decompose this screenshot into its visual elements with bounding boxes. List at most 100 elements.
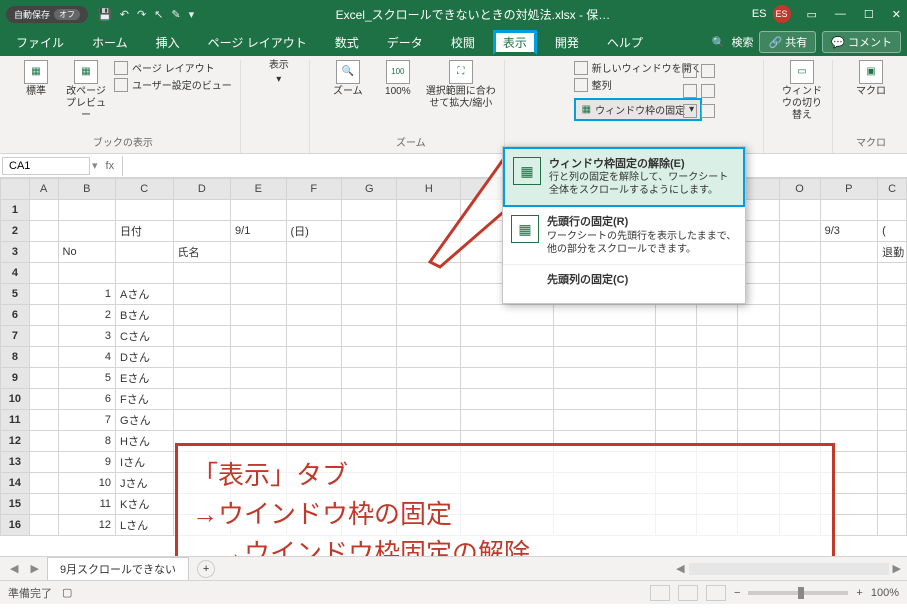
- cell[interactable]: [820, 263, 878, 284]
- col-B[interactable]: B: [58, 179, 116, 200]
- cell[interactable]: [29, 200, 58, 221]
- tab-formulas[interactable]: 数式: [325, 30, 369, 55]
- cell[interactable]: [553, 305, 656, 326]
- cell[interactable]: [697, 347, 738, 368]
- cell[interactable]: [116, 200, 174, 221]
- cell[interactable]: [341, 389, 396, 410]
- cell[interactable]: [461, 368, 553, 389]
- tab-file[interactable]: ファイル: [6, 30, 74, 55]
- cell[interactable]: [29, 494, 58, 515]
- row-header[interactable]: 3: [1, 242, 30, 263]
- cell[interactable]: [286, 347, 341, 368]
- cell[interactable]: [173, 200, 231, 221]
- cell[interactable]: [697, 305, 738, 326]
- cell[interactable]: [173, 221, 231, 242]
- cell[interactable]: [779, 326, 820, 347]
- cell[interactable]: [173, 410, 231, 431]
- cell[interactable]: [397, 284, 461, 305]
- cell[interactable]: [29, 410, 58, 431]
- save-icon[interactable]: 💾: [98, 8, 112, 21]
- zoom-out-icon[interactable]: −: [734, 587, 740, 599]
- minimize-icon[interactable]: —: [835, 8, 846, 21]
- cell[interactable]: [29, 473, 58, 494]
- cell[interactable]: [878, 326, 907, 347]
- cell[interactable]: [397, 389, 461, 410]
- cell[interactable]: [878, 410, 907, 431]
- cell[interactable]: [29, 389, 58, 410]
- sheet-tab-active[interactable]: 9月スクロールできない: [47, 557, 189, 580]
- cell[interactable]: 12: [58, 515, 116, 536]
- cell[interactable]: [341, 326, 396, 347]
- cell[interactable]: [553, 368, 656, 389]
- cell[interactable]: [820, 368, 878, 389]
- cell[interactable]: [779, 305, 820, 326]
- cell[interactable]: [656, 410, 697, 431]
- cell[interactable]: Dさん: [116, 347, 174, 368]
- cell[interactable]: [286, 305, 341, 326]
- cell[interactable]: [173, 263, 231, 284]
- cell[interactable]: 4: [58, 347, 116, 368]
- tab-pagelayout[interactable]: ページ レイアウト: [198, 30, 317, 55]
- cell[interactable]: 10: [58, 473, 116, 494]
- search-icon[interactable]: 🔍: [712, 36, 726, 49]
- cell[interactable]: [878, 347, 907, 368]
- cell[interactable]: (日): [286, 221, 341, 242]
- cell[interactable]: Cさん: [116, 326, 174, 347]
- cell[interactable]: 氏名: [173, 242, 231, 263]
- cell[interactable]: [231, 242, 286, 263]
- cell[interactable]: Lさん: [116, 515, 174, 536]
- qat-dropdown-icon[interactable]: ▾: [189, 8, 195, 21]
- col-D[interactable]: D: [173, 179, 231, 200]
- grid-row[interactable]: 106Fさん: [1, 389, 907, 410]
- cell[interactable]: [697, 410, 738, 431]
- cell[interactable]: [697, 389, 738, 410]
- col-O[interactable]: O: [779, 179, 820, 200]
- cell[interactable]: [878, 389, 907, 410]
- cell[interactable]: [29, 326, 58, 347]
- cell[interactable]: Aさん: [116, 284, 174, 305]
- cell[interactable]: [878, 473, 907, 494]
- name-box[interactable]: [2, 157, 90, 175]
- cell[interactable]: No: [58, 242, 116, 263]
- cell[interactable]: [286, 410, 341, 431]
- cell[interactable]: [341, 284, 396, 305]
- cell[interactable]: [656, 305, 697, 326]
- cell[interactable]: [29, 305, 58, 326]
- cell[interactable]: [341, 263, 396, 284]
- customview-button[interactable]: ユーザー設定のビュー: [114, 77, 232, 92]
- cell[interactable]: [29, 515, 58, 536]
- cell[interactable]: 退勤: [878, 242, 907, 263]
- cell[interactable]: [231, 305, 286, 326]
- cell[interactable]: [553, 389, 656, 410]
- col-P[interactable]: P: [820, 179, 878, 200]
- cell[interactable]: [779, 347, 820, 368]
- redo-icon[interactable]: ↷: [137, 8, 146, 21]
- cell[interactable]: [878, 200, 907, 221]
- grid-row[interactable]: 51Aさん: [1, 284, 907, 305]
- tab-help[interactable]: ヘルプ: [597, 30, 653, 55]
- hscroll-left-icon[interactable]: ◀: [676, 562, 684, 575]
- cell[interactable]: 6: [58, 389, 116, 410]
- cell[interactable]: [29, 347, 58, 368]
- tab-dev[interactable]: 開発: [545, 30, 589, 55]
- record-macro-icon[interactable]: ▢: [62, 586, 72, 599]
- cell[interactable]: [738, 368, 779, 389]
- normal-view-btn[interactable]: [650, 585, 670, 601]
- cell[interactable]: [553, 410, 656, 431]
- row-header[interactable]: 10: [1, 389, 30, 410]
- zoom100-button[interactable]: 100100%: [376, 60, 420, 98]
- row-header[interactable]: 6: [1, 305, 30, 326]
- cell[interactable]: [820, 200, 878, 221]
- cell[interactable]: [397, 368, 461, 389]
- tab-view[interactable]: 表示: [493, 30, 537, 55]
- close-icon[interactable]: ✕: [892, 8, 901, 21]
- pagelayout-view-btn[interactable]: [678, 585, 698, 601]
- cell[interactable]: [820, 326, 878, 347]
- cell[interactable]: [29, 242, 58, 263]
- cell[interactable]: [29, 431, 58, 452]
- cell[interactable]: [116, 263, 174, 284]
- cell[interactable]: [820, 242, 878, 263]
- col-A[interactable]: A: [29, 179, 58, 200]
- col-G[interactable]: G: [341, 179, 396, 200]
- cell[interactable]: 2: [58, 305, 116, 326]
